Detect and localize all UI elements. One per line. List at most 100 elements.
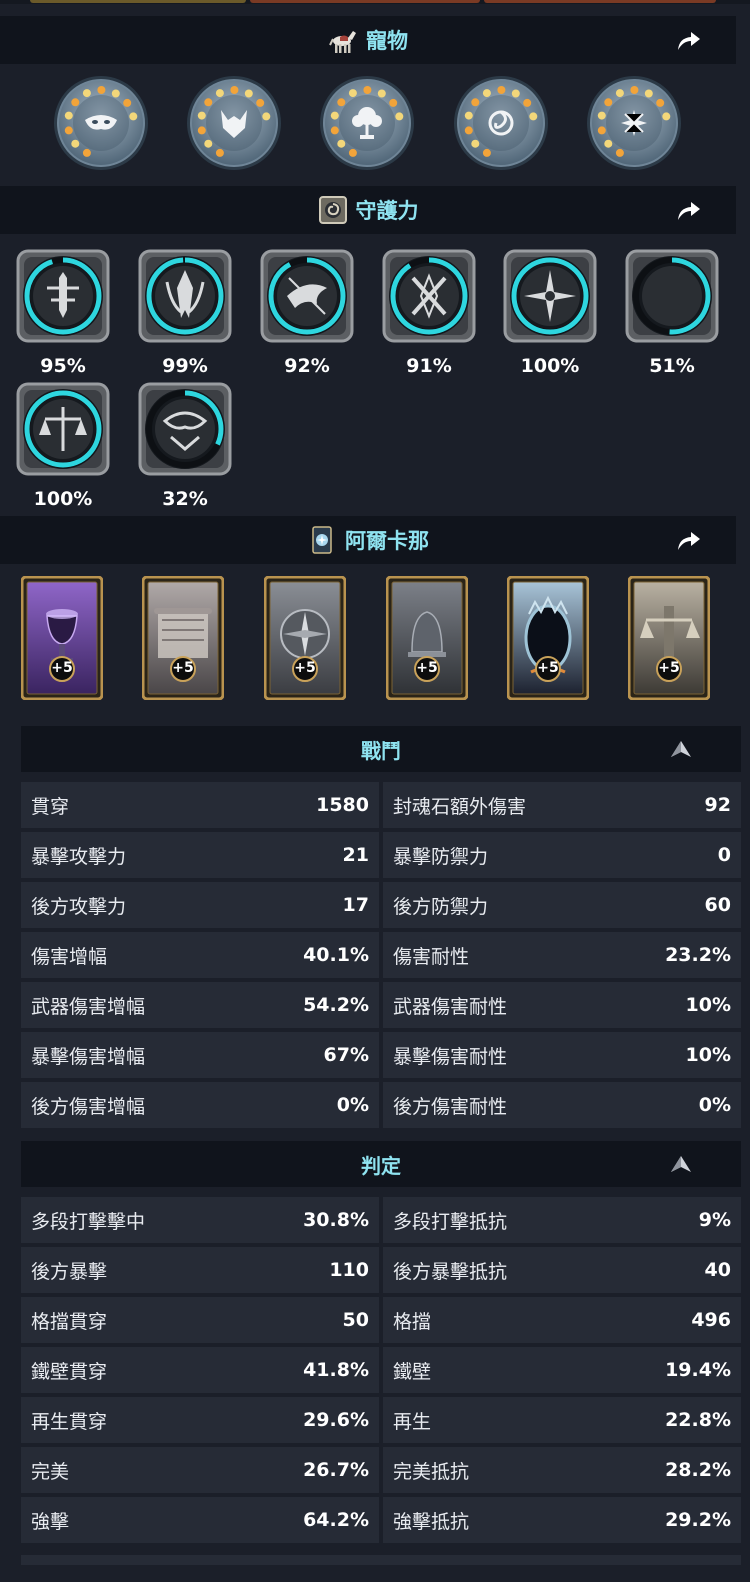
guardian-item[interactable]: 32%: [137, 381, 233, 510]
stat-value: 60: [704, 894, 731, 916]
stat-label: 後方攻擊力: [31, 895, 127, 918]
guardian-item[interactable]: 95%: [15, 248, 111, 377]
guardian-header: 守護力: [0, 186, 736, 234]
stat-row: 後方攻擊力 17 後方防禦力 60: [21, 882, 741, 928]
stat-cell[interactable]: 多段打擊抵抗 9%: [383, 1197, 741, 1243]
stat-value: 29.2%: [665, 1509, 731, 1531]
stat-cell[interactable]: 傷害增幅 40.1%: [21, 932, 379, 978]
guardian-item[interactable]: 51%: [624, 248, 720, 377]
stat-cell[interactable]: 多段打擊擊中 30.8%: [21, 1197, 379, 1243]
stat-label: 完美抵抗: [393, 1460, 470, 1483]
stat-cell[interactable]: 格擋貫穿 50: [21, 1297, 379, 1343]
stat-row: 格擋貫穿 50 格擋 496: [21, 1297, 741, 1343]
scales-emblem-icon: [16, 382, 110, 476]
guardian-item[interactable]: 100%: [15, 381, 111, 510]
stat-label: 格擋貫穿: [31, 1310, 108, 1333]
stat-cell[interactable]: 強擊 64.2%: [21, 1497, 379, 1543]
stat-cell[interactable]: 格擋 496: [383, 1297, 741, 1343]
stat-value: 1580: [316, 794, 369, 816]
stat-label: 後方暴擊抵抗: [393, 1260, 508, 1283]
stat-cell[interactable]: 暴擊攻擊力 21: [21, 832, 379, 878]
stat-value: 10%: [685, 994, 731, 1016]
stat-label: 暴擊傷害增幅: [31, 1045, 146, 1068]
stat-cell[interactable]: 封魂石額外傷害 92: [383, 782, 741, 828]
fox-icon[interactable]: [185, 74, 283, 172]
top-tab-2[interactable]: [250, 0, 480, 3]
arcana-card[interactable]: +5: [264, 576, 346, 700]
combat-panel: 戰鬥 貫穿 1580 封魂石額外傷害 92 暴擊攻擊力 21 暴擊防禦力 0 後方攻擊力 17 後方…: [21, 726, 741, 1132]
stat-cell[interactable]: 再生 22.8%: [383, 1397, 741, 1443]
stat-cell[interactable]: 暴擊防禦力 0: [383, 832, 741, 878]
tree-icon[interactable]: [318, 74, 416, 172]
panel-bottom-edge: [21, 1555, 741, 1565]
stat-cell[interactable]: 後方傷害增幅 0%: [21, 1082, 379, 1128]
stat-row: 暴擊傷害增幅 67% 暴擊傷害耐性 10%: [21, 1032, 741, 1078]
share-arrow-icon[interactable]: [674, 26, 702, 54]
enhance-badge: +5: [416, 660, 438, 676]
guardian-item[interactable]: 92%: [259, 248, 355, 377]
flower-icon[interactable]: [585, 74, 683, 172]
stat-value: 0: [717, 844, 731, 866]
stat-cell[interactable]: 後方暴擊抵抗 40: [383, 1247, 741, 1293]
stat-cell[interactable]: 後方暴擊 110: [21, 1247, 379, 1293]
stat-row: 貫穿 1580 封魂石額外傷害 92: [21, 782, 741, 828]
star-emblem-icon: [503, 249, 597, 343]
mirror-card-icon: [507, 576, 589, 700]
share-arrow-icon[interactable]: [674, 196, 702, 224]
arcana-card[interactable]: +5: [21, 576, 103, 700]
pets-title: 寵物: [366, 29, 408, 53]
stat-value: 21: [342, 844, 369, 866]
stat-label: 格擋: [393, 1310, 432, 1333]
stat-label: 鐵壁: [393, 1360, 432, 1383]
enhance-badge: +5: [172, 660, 194, 676]
blades-emblem-icon: [138, 249, 232, 343]
stat-cell[interactable]: 鐵壁 19.4%: [383, 1347, 741, 1393]
guardian-percent: 100%: [520, 355, 580, 377]
stat-label: 傷害增幅: [31, 945, 108, 968]
enhance-badge: +5: [537, 660, 559, 676]
stat-label: 貫穿: [31, 795, 70, 818]
stat-label: 傷害耐性: [393, 945, 470, 968]
collapse-arrow-icon[interactable]: [669, 739, 693, 759]
share-arrow-icon[interactable]: [674, 526, 702, 554]
guardian-percent: 51%: [649, 355, 695, 377]
combat-header[interactable]: 戰鬥: [21, 726, 741, 772]
stat-cell[interactable]: 後方防禦力 60: [383, 882, 741, 928]
arcana-card[interactable]: +5: [142, 576, 224, 700]
stat-row: 武器傷害增幅 54.2% 武器傷害耐性 10%: [21, 982, 741, 1028]
guardian-item[interactable]: 100%: [502, 248, 598, 377]
collapse-arrow-icon[interactable]: [669, 1154, 693, 1174]
stat-cell[interactable]: 鐵壁貫穿 41.8%: [21, 1347, 379, 1393]
stat-cell[interactable]: 武器傷害耐性 10%: [383, 982, 741, 1028]
arcana-card[interactable]: +5: [628, 576, 710, 700]
stat-row: 多段打擊擊中 30.8% 多段打擊抵抗 9%: [21, 1197, 741, 1243]
sword-emblem-icon: [16, 249, 110, 343]
stat-cell[interactable]: 武器傷害增幅 54.2%: [21, 982, 379, 1028]
stat-cell[interactable]: 傷害耐性 23.2%: [383, 932, 741, 978]
stat-cell[interactable]: 後方攻擊力 17: [21, 882, 379, 928]
stat-label: 後方防禦力: [393, 895, 489, 918]
stat-cell[interactable]: 貫穿 1580: [21, 782, 379, 828]
guardian-item[interactable]: 91%: [381, 248, 477, 377]
stat-cell[interactable]: 後方傷害耐性 0%: [383, 1082, 741, 1128]
stat-cell[interactable]: 強擊抵抗 29.2%: [383, 1497, 741, 1543]
top-tab-1[interactable]: [30, 0, 246, 3]
spiral-icon[interactable]: [452, 74, 550, 172]
arcana-card[interactable]: +5: [386, 576, 468, 700]
arcana-card[interactable]: +5: [507, 576, 589, 700]
stat-label: 再生貫穿: [31, 1410, 108, 1433]
guardian-percent: 92%: [284, 355, 330, 377]
stat-label: 封魂石額外傷害: [393, 795, 527, 818]
judgement-header[interactable]: 判定: [21, 1141, 741, 1187]
top-tab-3[interactable]: [484, 0, 716, 3]
stat-label: 完美: [31, 1460, 70, 1483]
guardian-item[interactable]: 99%: [137, 248, 233, 377]
mask-icon[interactable]: [52, 74, 150, 172]
stat-cell[interactable]: 暴擊傷害增幅 67%: [21, 1032, 379, 1078]
stat-cell[interactable]: 暴擊傷害耐性 10%: [383, 1032, 741, 1078]
stat-cell[interactable]: 完美抵抗 28.2%: [383, 1447, 741, 1493]
stat-label: 武器傷害增幅: [31, 995, 146, 1018]
stat-cell[interactable]: 再生貫穿 29.6%: [21, 1397, 379, 1443]
stat-row: 傷害增幅 40.1% 傷害耐性 23.2%: [21, 932, 741, 978]
stat-cell[interactable]: 完美 26.7%: [21, 1447, 379, 1493]
